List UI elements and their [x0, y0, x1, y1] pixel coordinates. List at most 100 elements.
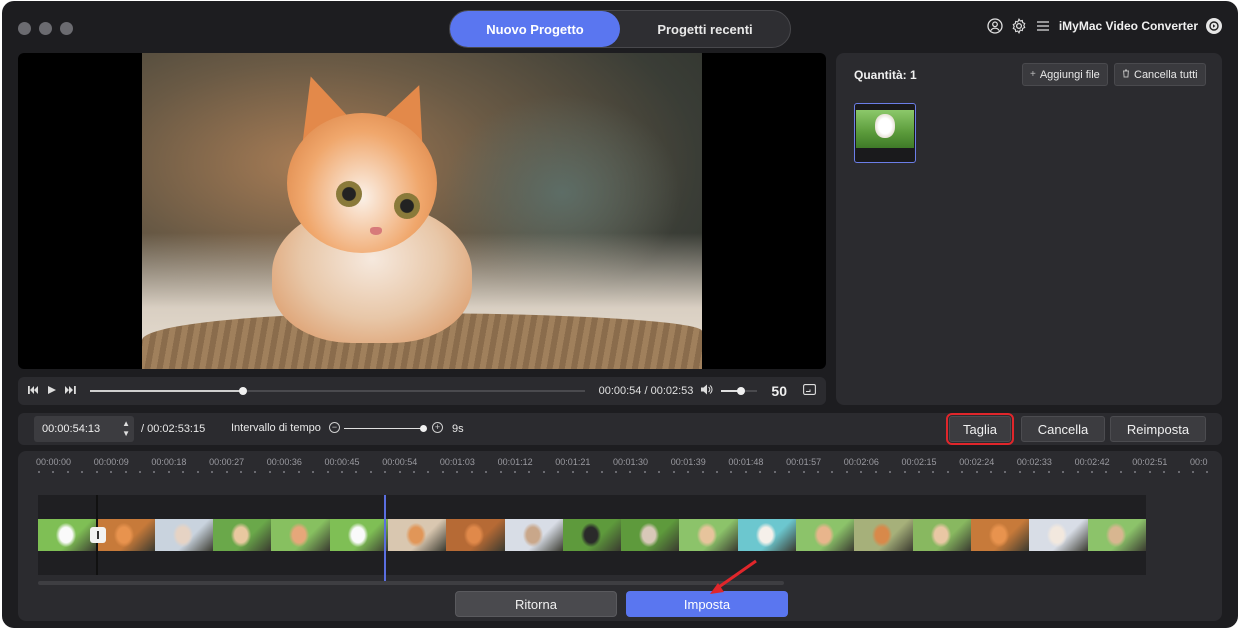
timeline-scrollbar[interactable]: [38, 581, 784, 585]
red-arrow-annotation: [710, 559, 757, 594]
minimize-window-button[interactable]: [39, 22, 52, 35]
tick-mark: [124, 471, 127, 473]
tick-mark: [427, 471, 430, 473]
tick-mark: [1119, 471, 1122, 473]
reset-button[interactable]: Reimposta: [1110, 416, 1206, 442]
tick-mark: [874, 471, 877, 473]
close-window-button[interactable]: [18, 22, 31, 35]
skip-forward-icon[interactable]: [65, 385, 76, 398]
app-logo-icon: [1206, 18, 1222, 34]
zoom-in-icon[interactable]: +: [432, 422, 443, 433]
kitten-thumbnail-image: [1047, 523, 1068, 547]
tick-mark: [81, 471, 84, 473]
tick-mark: [571, 471, 574, 473]
plus-icon: +: [1030, 69, 1036, 80]
chevron-up-icon[interactable]: ▲: [122, 419, 130, 429]
maximize-window-button[interactable]: [60, 22, 73, 35]
tick-mark: [326, 471, 329, 473]
kitten-thumbnail-image: [580, 523, 601, 547]
app-window: Nuovo Progetto Progetti recenti iMyMac V…: [2, 1, 1238, 628]
tick-mark: [268, 471, 271, 473]
back-button[interactable]: Ritorna: [455, 591, 617, 617]
tick-mark: [413, 471, 416, 473]
tab-recent-projects[interactable]: Progetti recenti: [620, 11, 790, 47]
tick-label: 00:01:48: [728, 457, 764, 467]
tick-mark: [845, 471, 848, 473]
timeline-thumbnail: [912, 519, 971, 551]
tick-mark: [932, 471, 935, 473]
playhead[interactable]: [383, 495, 386, 581]
tick-label: 00:00:36: [266, 457, 302, 467]
tick-mark: [701, 471, 704, 473]
app-name: iMyMac Video Converter: [1058, 19, 1198, 33]
tick-mark: [239, 471, 242, 473]
project-tabs: Nuovo Progetto Progetti recenti: [449, 10, 791, 48]
tick-mark: [369, 471, 372, 473]
tick-mark: [254, 471, 257, 473]
user-icon[interactable]: [987, 18, 1003, 34]
tick-mark: [730, 471, 733, 473]
timecode-stepper[interactable]: ▲ ▼: [122, 419, 130, 439]
timeline-thumbnail: [329, 519, 388, 551]
cut-button[interactable]: Taglia: [946, 413, 1014, 445]
kitten-thumbnail-image: [1105, 523, 1126, 547]
timecode-input[interactable]: 00:00:54:13 ▲ ▼: [34, 416, 134, 442]
zoom-out-icon[interactable]: −: [329, 422, 340, 433]
timeline-ruler[interactable]: 00:00:00 00:00:09 00:00:18 00:00:27 00:00:36…: [36, 455, 1216, 477]
tick-mark: [586, 471, 589, 473]
gear-icon[interactable]: [1011, 18, 1027, 34]
tick-mark: [687, 471, 690, 473]
timeline-thumbnail: [271, 519, 330, 551]
tick-mark: [672, 471, 675, 473]
volume-knob[interactable]: [737, 387, 746, 395]
tick-mark: [643, 471, 646, 473]
trim-handle[interactable]: [90, 527, 106, 543]
timeline-thumbnail: [387, 519, 447, 551]
chevron-down-icon[interactable]: ▼: [122, 429, 130, 439]
tick-mark: [297, 471, 300, 473]
tick-mark: [802, 471, 805, 473]
tick-mark: [441, 471, 444, 473]
screenshot-icon[interactable]: [803, 384, 816, 398]
skip-back-icon[interactable]: [28, 385, 39, 398]
timeline-track[interactable]: [38, 495, 1146, 581]
timeline-thumbnail: [212, 519, 272, 551]
zoom-knob[interactable]: [420, 425, 427, 432]
add-file-button[interactable]: + Aggiungi file: [1022, 63, 1108, 86]
tick-mark: [398, 471, 401, 473]
playback-progress-slider[interactable]: [90, 387, 585, 395]
trash-icon: [1122, 69, 1130, 81]
video-frame-image: [142, 53, 702, 369]
thumbnail-strip: [38, 519, 1146, 551]
tick-mark: [615, 471, 617, 473]
tick-label: 00:02:51: [1132, 457, 1168, 467]
menu-icon[interactable]: [1035, 18, 1051, 34]
trim-toolbar: 00:00:54:13 ▲ ▼ / 00:02:53:15 Intervallo…: [18, 413, 1222, 445]
cancel-button[interactable]: Cancella: [1021, 416, 1105, 442]
tick-label: 00:00:45: [324, 457, 360, 467]
tick-label: 00:02:33: [1016, 457, 1052, 467]
volume-icon[interactable]: [701, 384, 713, 398]
tick-mark: [1163, 471, 1166, 473]
play-icon[interactable]: [47, 385, 57, 398]
tick-mark: [182, 471, 185, 473]
tick-mark: [1062, 471, 1065, 473]
tick-mark: [816, 471, 819, 473]
video-preview[interactable]: [18, 53, 826, 369]
tick-mark: [1076, 471, 1079, 473]
tick-mark: [340, 471, 343, 473]
tick-mark: [1148, 471, 1151, 473]
tick-mark: [1206, 471, 1209, 473]
timeline-thumbnail: [971, 519, 1030, 551]
interval-zoom-slider[interactable]: − +: [329, 422, 449, 436]
tick-label: 00:00:27: [209, 457, 245, 467]
clear-all-button[interactable]: Cancella tutti: [1114, 63, 1206, 86]
file-thumbnail[interactable]: [854, 103, 916, 163]
window-controls[interactable]: [18, 22, 73, 35]
tick-label: 00:00:18: [151, 457, 187, 467]
volume-slider[interactable]: [721, 387, 758, 395]
kitten-head: [287, 113, 437, 253]
progress-knob[interactable]: [239, 387, 248, 395]
tab-new-project[interactable]: Nuovo Progetto: [450, 11, 620, 47]
tick-mark: [528, 471, 531, 473]
